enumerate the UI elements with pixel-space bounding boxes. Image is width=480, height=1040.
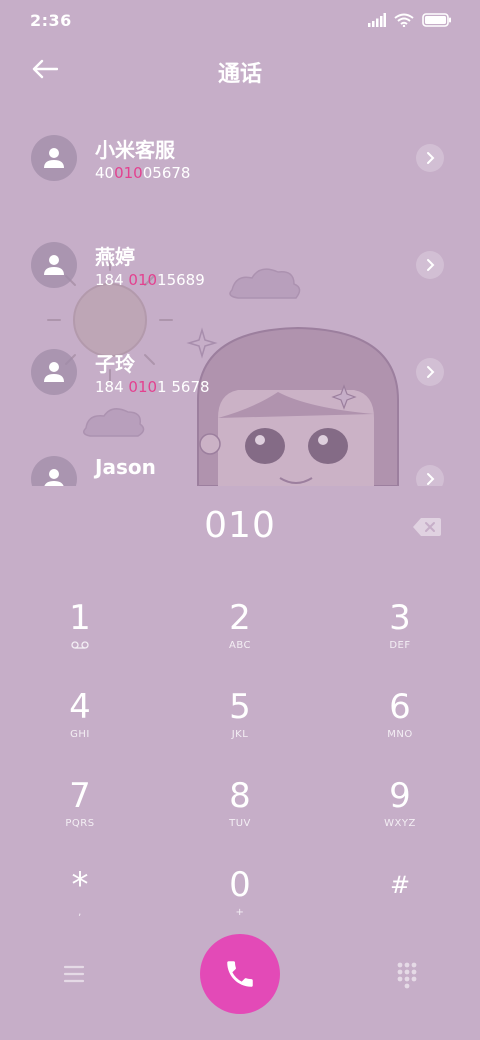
battery-icon [422, 13, 451, 27]
chevron-right-icon [427, 366, 435, 378]
menu-icon [63, 965, 85, 983]
chevron-right-icon [427, 473, 435, 485]
backspace-button[interactable] [412, 516, 442, 538]
call-button[interactable] [200, 934, 280, 1014]
signal-icon [368, 13, 386, 27]
chevron-right-icon [427, 259, 435, 271]
person-icon [44, 255, 64, 275]
status-time: 2:36 [30, 10, 72, 30]
key-5[interactable]: 5 JKL [160, 685, 320, 774]
contact-number: 184 01015689 [95, 271, 205, 289]
chevron-right-icon [427, 152, 435, 164]
key-4[interactable]: 4 GHI [0, 685, 160, 774]
person-icon [44, 362, 64, 382]
key-3[interactable]: 3 DEF [320, 596, 480, 685]
contact-name: Jason [95, 455, 156, 479]
phone-icon [227, 961, 253, 987]
key-2[interactable]: 2 ABC [160, 596, 320, 685]
bottom-bar [0, 934, 480, 1014]
key-8[interactable]: 8 TUV [160, 774, 320, 863]
person-icon [44, 469, 64, 486]
avatar [31, 456, 77, 486]
key-6[interactable]: 6 MNO [320, 685, 480, 774]
contact-number: 184 0101 5678 [95, 378, 210, 396]
match-highlight: 010 [128, 271, 158, 289]
person-icon [44, 148, 64, 168]
contact-name: 子玲 [95, 352, 135, 376]
contact-list[interactable]: 小米客服 4001005678 燕婷 184 01015689 子玲 184 0… [0, 104, 480, 486]
dialpad-icon [397, 962, 417, 989]
key-9[interactable]: 9 WXYZ [320, 774, 480, 863]
contact-detail-button[interactable] [416, 251, 444, 279]
match-highlight: 010 [128, 378, 158, 396]
keypad-toggle-button[interactable] [392, 960, 422, 990]
match-highlight: 010 [114, 164, 143, 182]
dial-input-display: 010 [204, 505, 276, 546]
contact-detail-button[interactable] [416, 358, 444, 386]
avatar [31, 349, 77, 395]
avatar [31, 135, 77, 181]
contact-detail-button[interactable] [416, 144, 444, 172]
backspace-icon [413, 518, 441, 536]
key-7[interactable]: 7 PQRS [0, 774, 160, 863]
key-1[interactable]: 1 [0, 596, 160, 685]
contact-row[interactable]: 燕婷 184 01015689 [0, 211, 480, 301]
contact-name: 小米客服 [95, 138, 175, 162]
status-bar: 2:36 [0, 0, 480, 40]
contact-detail-button[interactable] [416, 465, 444, 486]
page-title: 通话 [217, 62, 262, 87]
voicemail-icon [71, 640, 89, 652]
contact-row[interactable]: Jason [0, 425, 480, 486]
avatar [31, 242, 77, 288]
contact-row[interactable]: 小米客服 4001005678 [0, 104, 480, 194]
contact-number: 4001005678 [95, 164, 191, 182]
contact-name: 燕婷 [95, 245, 135, 269]
status-icons [368, 13, 452, 27]
header: 通话 [0, 48, 480, 92]
wifi-icon [394, 13, 414, 27]
menu-button[interactable] [60, 962, 88, 986]
contact-row[interactable]: 子玲 184 0101 5678 [0, 318, 480, 408]
